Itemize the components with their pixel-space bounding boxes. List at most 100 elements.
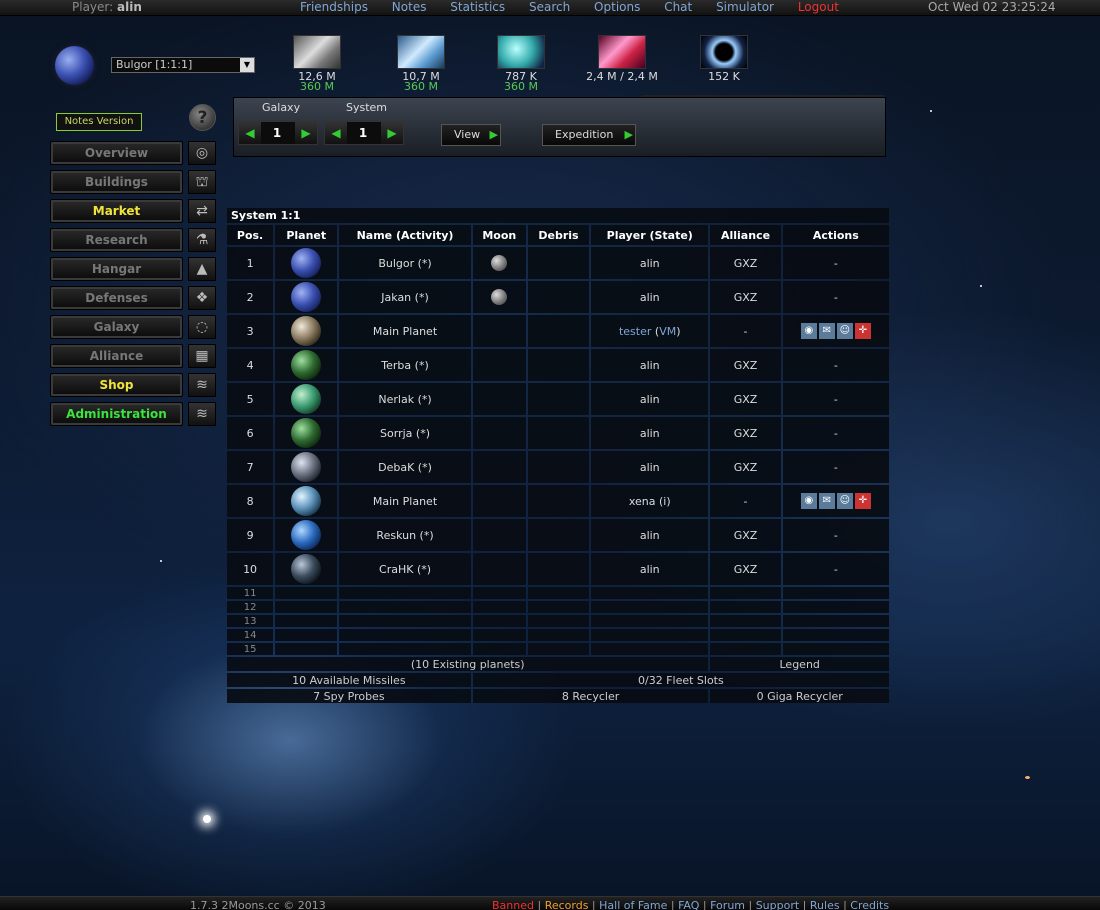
moon-image[interactable]	[491, 289, 508, 305]
nav-galaxy[interactable]: Galaxy	[50, 315, 183, 339]
row-player[interactable]: tester	[619, 325, 651, 338]
nav-hangar[interactable]: Hangar	[50, 257, 183, 281]
row-player[interactable]: alin	[591, 519, 709, 551]
help-icon[interactable]: ?	[189, 104, 216, 131]
system-next-button[interactable]: ▶	[381, 122, 403, 144]
overview-icon[interactable]: ◎	[188, 141, 216, 165]
nav-alliance-label[interactable]: Alliance	[50, 344, 183, 368]
nav-market-label[interactable]: Market	[50, 199, 183, 223]
row-player[interactable]: alin	[591, 349, 709, 381]
row-name[interactable]: Main Planet	[339, 485, 471, 517]
nav-galaxy-label[interactable]: Galaxy	[50, 315, 183, 339]
row-name[interactable]: Main Planet	[339, 315, 471, 347]
nav-research[interactable]: Research	[50, 228, 183, 252]
view-button[interactable]: View ▶	[441, 124, 501, 146]
row-player[interactable]: alin	[591, 451, 709, 483]
menu-statistics[interactable]: Statistics	[450, 0, 505, 14]
research-icon[interactable]: ⚗	[188, 228, 216, 252]
footer-link-banned[interactable]: Banned	[492, 899, 534, 910]
nav-shop-label[interactable]: Shop	[50, 373, 183, 397]
menu-chat[interactable]: Chat	[664, 0, 692, 14]
current-planet-image[interactable]	[55, 46, 94, 85]
buddy-icon[interactable]: ☺	[836, 493, 853, 509]
footer-link-forum[interactable]: Forum	[710, 899, 745, 910]
nav-research-label[interactable]: Research	[50, 228, 183, 252]
buildings-icon[interactable]: ⛫	[188, 170, 216, 194]
footer-link-records[interactable]: Records	[545, 899, 589, 910]
nav-overview-label[interactable]: Overview	[50, 141, 183, 165]
planet-image[interactable]	[291, 554, 322, 584]
spy-icon[interactable]: ◉	[800, 323, 817, 339]
row-alliance[interactable]: GXZ	[710, 417, 781, 449]
defenses-icon[interactable]: ❖	[188, 286, 216, 310]
planet-image[interactable]	[291, 418, 322, 448]
missile-attack-icon[interactable]: ✛	[854, 493, 871, 509]
menu-options[interactable]: Options	[594, 0, 640, 14]
nav-hangar-label[interactable]: Hangar	[50, 257, 183, 281]
expedition-button[interactable]: Expedition ▶	[542, 124, 636, 146]
nav-defenses-label[interactable]: Defenses	[50, 286, 183, 310]
system-value[interactable]: 1	[347, 122, 379, 144]
planet-image[interactable]	[291, 316, 322, 346]
planet-image[interactable]	[291, 384, 322, 414]
footer-link-support[interactable]: Support	[756, 899, 799, 910]
system-prev-button[interactable]: ◀	[325, 122, 347, 144]
row-player[interactable]: alin	[591, 247, 709, 279]
message-icon[interactable]: ✉	[818, 493, 835, 509]
menu-simulator[interactable]: Simulator	[716, 0, 774, 14]
row-player[interactable]: alin	[591, 553, 709, 585]
nav-buildings-label[interactable]: Buildings	[50, 170, 183, 194]
row-player[interactable]: alin	[591, 281, 709, 313]
row-name[interactable]: CraHK (*)	[339, 553, 471, 585]
menu-search[interactable]: Search	[529, 0, 570, 14]
row-alliance[interactable]: GXZ	[710, 451, 781, 483]
row-alliance[interactable]: GXZ	[710, 349, 781, 381]
nav-buildings[interactable]: Buildings	[50, 170, 183, 194]
row-name[interactable]: Sorrja (*)	[339, 417, 471, 449]
menu-notes[interactable]: Notes	[392, 0, 427, 14]
menu-friendships[interactable]: Friendships	[300, 0, 368, 14]
missile-attack-icon[interactable]: ✛	[854, 323, 871, 339]
galaxy-value[interactable]: 1	[261, 122, 293, 144]
row-player[interactable]: alin	[591, 383, 709, 415]
row-name[interactable]: Reskun (*)	[339, 519, 471, 551]
alliance-icon[interactable]: ▦	[188, 344, 216, 368]
notes-version-button[interactable]: Notes Version	[56, 113, 142, 131]
buddy-icon[interactable]: ☺	[836, 323, 853, 339]
footer-link-hall-of-fame[interactable]: Hall of Fame	[599, 899, 667, 910]
spy-icon[interactable]: ◉	[800, 493, 817, 509]
market-icon[interactable]: ⇄	[188, 199, 216, 223]
nav-administration[interactable]: Administration	[50, 402, 183, 426]
moon-image[interactable]	[491, 255, 508, 271]
row-player[interactable]: xena (i)	[591, 485, 709, 517]
galaxy-icon[interactable]: ◌	[188, 315, 216, 339]
nav-alliance[interactable]: Alliance	[50, 344, 183, 368]
galaxy-next-button[interactable]: ▶	[295, 122, 317, 144]
shop-icon[interactable]: ≋	[188, 373, 216, 397]
planet-image[interactable]	[291, 486, 322, 516]
hangar-icon[interactable]: ▲	[188, 257, 216, 281]
galaxy-prev-button[interactable]: ◀	[239, 122, 261, 144]
row-alliance[interactable]: GXZ	[710, 383, 781, 415]
footer-link-credits[interactable]: Credits	[850, 899, 889, 910]
nav-shop[interactable]: Shop	[50, 373, 183, 397]
chevron-down-icon[interactable]: ▼	[240, 58, 254, 72]
nav-administration-label[interactable]: Administration	[50, 402, 183, 426]
planet-image[interactable]	[291, 452, 322, 482]
row-name[interactable]: Terba (*)	[339, 349, 471, 381]
row-player[interactable]: alin	[591, 417, 709, 449]
nav-market[interactable]: Market	[50, 199, 183, 223]
row-name[interactable]: DebaK (*)	[339, 451, 471, 483]
planet-image[interactable]	[291, 248, 322, 278]
planet-image[interactable]	[291, 282, 322, 312]
footer-link-rules[interactable]: Rules	[810, 899, 840, 910]
planet-image[interactable]	[291, 350, 322, 380]
row-name[interactable]: Nerlak (*)	[339, 383, 471, 415]
menu-logout[interactable]: Logout	[798, 0, 839, 14]
row-alliance[interactable]: GXZ	[710, 247, 781, 279]
nav-defenses[interactable]: Defenses	[50, 286, 183, 310]
message-icon[interactable]: ✉	[818, 323, 835, 339]
footer-link-faq[interactable]: FAQ	[678, 899, 699, 910]
row-alliance[interactable]: GXZ	[710, 553, 781, 585]
administration-icon[interactable]: ≋	[188, 402, 216, 426]
